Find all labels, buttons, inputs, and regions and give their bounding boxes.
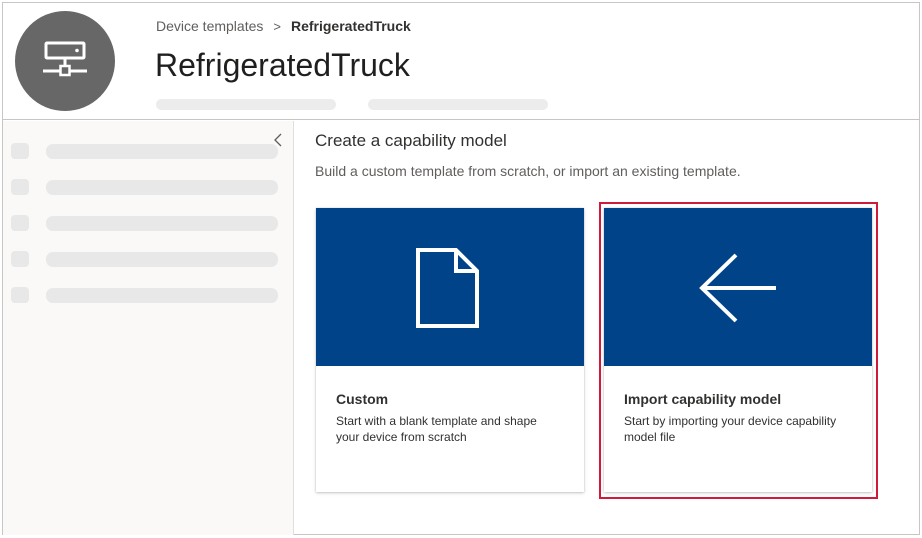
- network-device-icon: [43, 41, 87, 77]
- card-title: Custom: [336, 391, 389, 407]
- header-placeholder-bar: [368, 99, 548, 110]
- custom-template-card[interactable]: Custom Start with a blank template and s…: [316, 208, 584, 492]
- card-description: Start with a blank template and shape yo…: [336, 414, 537, 444]
- sidebar-placeholder-item: [11, 143, 281, 159]
- breadcrumb-current: RefrigeratedTruck: [290, 18, 411, 34]
- breadcrumb: Device templates > RefrigeratedTruck: [156, 18, 411, 34]
- card-banner: [604, 208, 872, 366]
- sidebar-placeholder-item: [11, 215, 281, 231]
- placeholder-label: [46, 288, 278, 303]
- card-banner: [316, 208, 584, 366]
- section-title: Create a capability model: [315, 131, 507, 150]
- app-frame: Device templates > RefrigeratedTruck Ref…: [2, 2, 920, 535]
- arrow-left-icon: [699, 253, 776, 323]
- breadcrumb-device-templates-link[interactable]: Device templates: [156, 18, 263, 34]
- placeholder-label: [46, 252, 278, 267]
- placeholder-label: [46, 216, 278, 231]
- section-subtitle: Build a custom template from scratch, or…: [315, 163, 741, 179]
- sidebar: [3, 121, 294, 535]
- placeholder-label: [46, 144, 278, 159]
- breadcrumb-separator-icon: >: [273, 18, 281, 34]
- header-placeholder-bar: [156, 99, 336, 110]
- placeholder-icon: [11, 143, 29, 159]
- blank-document-icon: [416, 248, 479, 328]
- page-header: Device templates > RefrigeratedTruck Ref…: [3, 3, 919, 120]
- placeholder-icon: [11, 251, 29, 267]
- placeholder-label: [46, 180, 278, 195]
- sidebar-placeholder-item: [11, 287, 281, 303]
- placeholder-icon: [11, 287, 29, 303]
- card-title: Import capability model: [624, 391, 782, 407]
- sidebar-placeholder-item: [11, 251, 281, 267]
- sidebar-placeholder-item: [11, 179, 281, 195]
- placeholder-icon: [11, 215, 29, 231]
- template-avatar: [15, 11, 115, 111]
- page-title: RefrigeratedTruck: [155, 47, 410, 83]
- import-capability-model-card[interactable]: Import capability model Start by importi…: [604, 208, 872, 492]
- placeholder-icon: [11, 179, 29, 195]
- card-description: Start by importing your device capabilit…: [624, 414, 837, 444]
